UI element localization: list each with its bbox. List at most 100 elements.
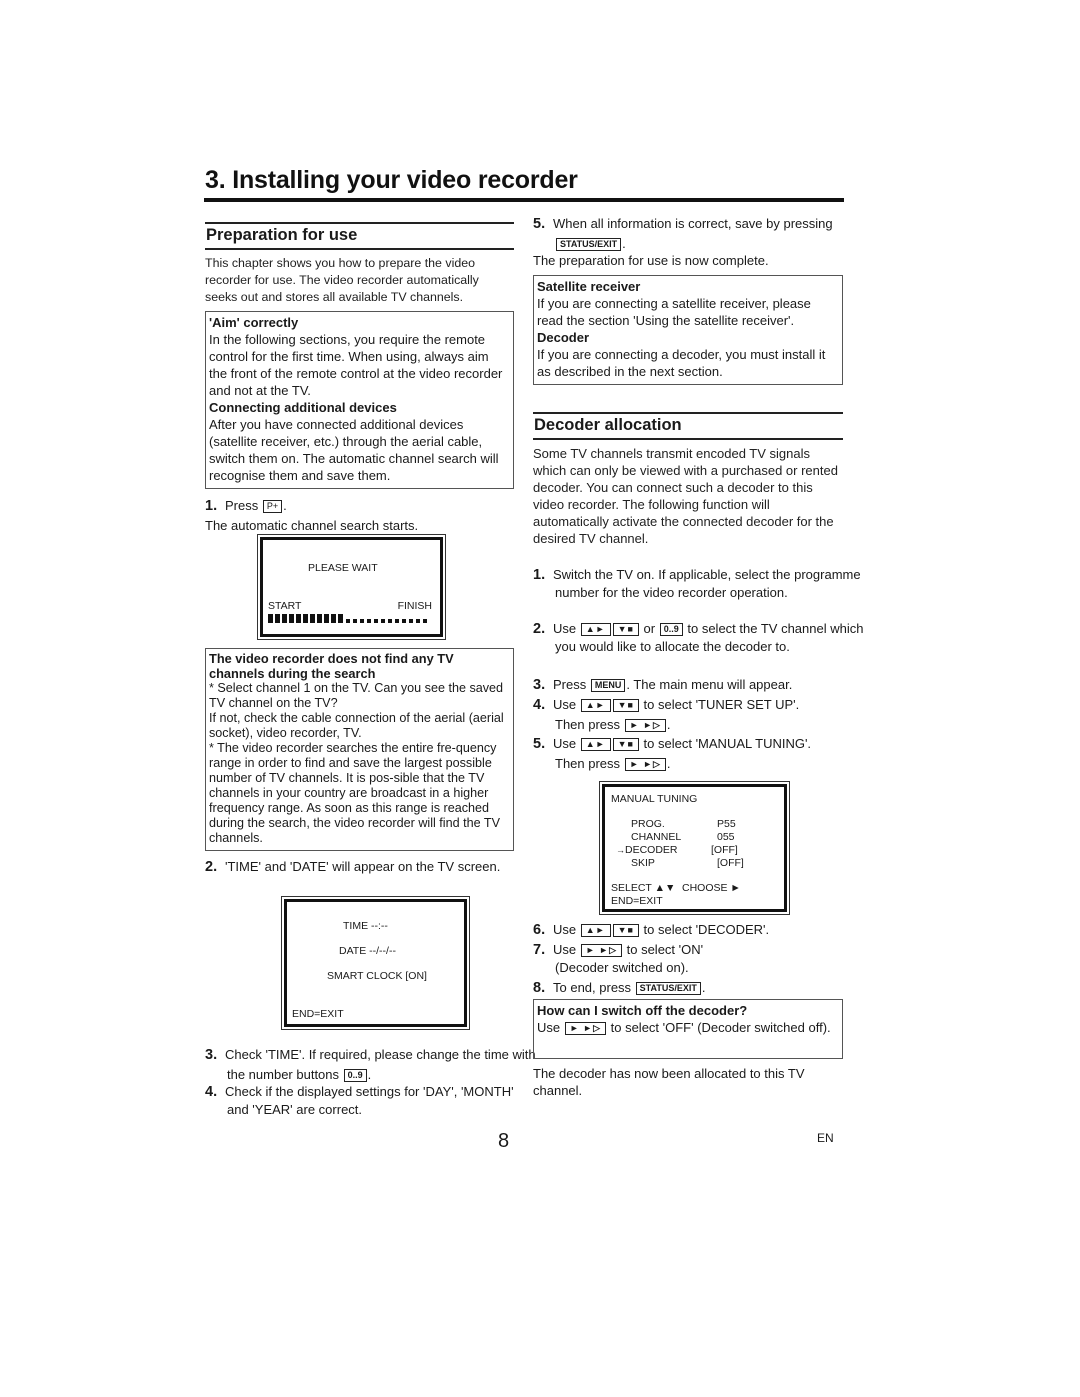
up-play-key: ▲►: [580, 623, 611, 636]
tuning-row-value: P55: [717, 818, 736, 830]
progress-segment-empty: [409, 619, 413, 623]
page-number: 8: [498, 1130, 510, 1152]
decoder-step-6: 6. Use ▲► ▼■ to select 'DECODER'.: [533, 920, 865, 940]
step-text: .: [622, 236, 626, 251]
start-label: START: [268, 600, 302, 612]
step-text: Use: [553, 621, 577, 636]
select-hint: SELECT ▲▼: [611, 882, 676, 894]
step-text: When all information is correct, save by…: [553, 216, 833, 231]
progress-segment-empty: [353, 619, 357, 623]
decoder-text: If you are connecting a decoder, you mus…: [537, 347, 826, 379]
tuning-rows: PROG. P55 CHANNEL 055 → DECODER [OFF] SKIP [OFF]: [611, 818, 781, 870]
progress-segment-filled: [296, 614, 301, 623]
step-text: to select 'TUNER SET UP'.: [643, 697, 800, 712]
step-text: Use: [553, 922, 577, 937]
progress-segment-filled: [289, 614, 294, 623]
step-number: 5.: [533, 216, 546, 232]
tuning-row: SKIP [OFF]: [611, 857, 781, 870]
switch-off-text: to select 'OFF' (Decoder switched off).: [610, 1020, 831, 1035]
tuning-row: CHANNEL 055: [611, 831, 781, 844]
progress-segment-filled: [282, 614, 287, 623]
time-field: TIME --:--: [343, 920, 388, 932]
no-channels-title: The video recorder does not find any TV …: [209, 651, 454, 681]
prep-step-3: 3. Check 'TIME'. If required, please chan…: [205, 1045, 536, 1084]
tuning-title: MANUAL TUNING: [611, 793, 698, 805]
step-text: Check if the displayed settings for 'DAY…: [225, 1084, 514, 1117]
progress-segment-empty: [346, 619, 350, 623]
aim-note-box: 'Aim' correctly In the following section…: [205, 311, 514, 489]
up-play-key: ▲►: [580, 924, 611, 937]
satellite-text: If you are connecting a satellite receiv…: [537, 296, 811, 328]
decoder-step-7: 7. Use ► ►▷ to select 'ON' (Decoder switc…: [533, 941, 865, 977]
forward-key: ► ►▷: [564, 1022, 606, 1035]
no-channels-text-1: * Select channel 1 on the TV. Can you se…: [209, 681, 504, 710]
decoder-heading-text: Decoder allocation: [533, 412, 843, 440]
up-play-key: ▲►: [580, 738, 611, 751]
tuning-row: PROG. P55: [611, 818, 781, 831]
smart-clock-field: SMART CLOCK [ON]: [327, 970, 427, 982]
cursor-spacer: [611, 831, 625, 844]
search-screen: PLEASE WAIT START FINISH: [257, 534, 446, 640]
please-wait-text: PLEASE WAIT: [308, 562, 378, 574]
status-exit-key: STATUS/EXIT: [635, 982, 701, 995]
title-rule: [204, 198, 844, 202]
step-text: (Decoder switched on).: [555, 960, 689, 975]
step-text: to select 'ON': [626, 942, 704, 957]
satellite-decoder-box: Satellite receiver If you are connecting…: [533, 275, 843, 385]
language-code: EN: [817, 1131, 834, 1145]
progress-segment-empty: [416, 619, 420, 623]
search-starts-text: The automatic channel search starts.: [205, 518, 419, 533]
progress-segment-empty: [381, 619, 385, 623]
forward-key: ► ►▷: [580, 944, 622, 957]
p-plus-key: P+: [262, 500, 283, 513]
decoder-step-1: 1. Switch the TV on. If applicable, selec…: [533, 566, 865, 602]
progress-segment-empty: [367, 619, 371, 623]
no-channels-text-2: If not, check the cable connection of th…: [209, 711, 504, 740]
step-text: .: [283, 498, 287, 513]
decoder-title: Decoder: [537, 330, 590, 345]
tuning-row-value: [OFF]: [717, 857, 744, 869]
cursor-spacer: [611, 857, 625, 870]
preparation-heading: Preparation for use: [205, 222, 514, 250]
decoder-allocation-heading: Decoder allocation: [533, 412, 843, 440]
progress-segment-filled: [331, 614, 336, 623]
tuning-row-label: CHANNEL: [631, 831, 682, 843]
decoder-step-5: 5. Use ▲► ▼■ to select 'MANUAL TUNING'. Th…: [533, 736, 812, 771]
tuning-row-value: [OFF]: [711, 844, 738, 856]
satellite-title: Satellite receiver: [537, 279, 641, 294]
tuning-row-label: PROG.: [631, 818, 665, 830]
down-stop-key: ▼■: [612, 738, 639, 751]
step-number: 3.: [205, 1047, 218, 1063]
progress-segment-filled: [303, 614, 308, 623]
forward-key: ► ►▷: [624, 719, 666, 732]
progress-segment-empty: [388, 619, 392, 623]
step-number: 6.: [533, 922, 546, 938]
step-text: .: [701, 980, 706, 995]
step-text: .: [367, 1067, 372, 1082]
switch-off-decoder-box: How can I switch off the decoder? Use ► …: [533, 999, 843, 1059]
tuning-row: → DECODER [OFF]: [611, 844, 781, 857]
end-exit-hint: END=EXIT: [611, 895, 663, 907]
up-play-key: ▲►: [580, 699, 611, 712]
progress-segment-filled: [338, 614, 343, 623]
cursor-spacer: [611, 818, 625, 831]
step-text: Then press: [555, 756, 621, 771]
decoder-intro: Some TV channels transmit encoded TV sig…: [533, 446, 838, 546]
progress-segment-empty: [360, 619, 364, 623]
prep-step-5: 5. When all information is correct, save …: [533, 214, 865, 253]
step-text: Use: [553, 697, 577, 712]
step-number: 7.: [533, 942, 546, 958]
prep-step-2: 2. 'TIME' and 'DATE' will appear on the T…: [205, 857, 536, 877]
switch-off-title: How can I switch off the decoder?: [537, 1003, 748, 1018]
step-number: 8.: [533, 980, 546, 996]
step-text: Use: [553, 942, 577, 957]
step-text: To end, press: [553, 980, 632, 995]
number-buttons-key: 0..9: [659, 623, 683, 636]
step-number: 2.: [205, 859, 218, 875]
step-text: Press: [225, 498, 259, 513]
step-text: Check 'TIME'. If required, please change…: [225, 1047, 536, 1082]
decoder-step-4: 4. Use ▲► ▼■ to select 'TUNER SET UP'. The…: [533, 697, 800, 732]
progress-segment-filled: [310, 614, 315, 623]
aim-title: 'Aim' correctly: [209, 315, 299, 330]
step-text: Use: [553, 736, 577, 751]
